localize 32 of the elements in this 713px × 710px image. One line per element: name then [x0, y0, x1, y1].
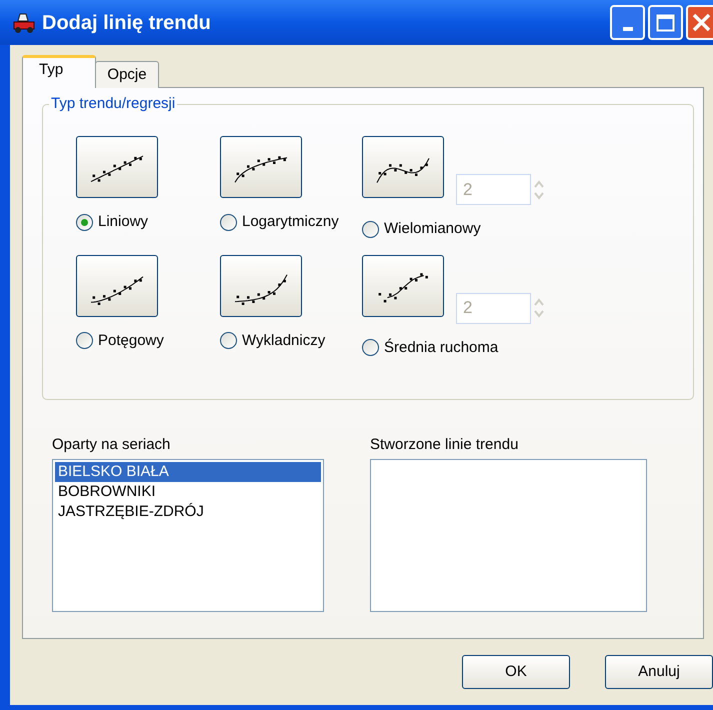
window-title: Dodaj linię trendu: [42, 10, 211, 36]
radio-option[interactable]: Wielomianowy: [362, 218, 552, 240]
trendline-list[interactable]: [370, 459, 647, 612]
radio-option[interactable]: Średnia ruchoma: [362, 336, 552, 359]
close-button[interactable]: [686, 5, 713, 40]
minimize-button[interactable]: [610, 5, 645, 40]
radio-option[interactable]: Wykladniczy: [220, 330, 362, 352]
list-item[interactable]: BOBROWNIKI: [55, 482, 321, 502]
dialog-button[interactable]: Anuluj: [605, 655, 713, 689]
series-list[interactable]: BIELSKO BIAŁA BOBROWNIKI JASTRZĘBIE-ZDRÓJ: [52, 459, 324, 612]
trend-type-button[interactable]: [76, 254, 158, 316]
trend-type-button[interactable]: [362, 136, 444, 198]
maximize-icon: [656, 14, 675, 32]
minimize-icon: [622, 27, 632, 31]
maximize-button[interactable]: [648, 5, 683, 40]
trend-type-button[interactable]: [362, 254, 444, 316]
list-label: Stworzone linie trendu: [370, 435, 520, 454]
radio-option[interactable]: Potęgowy: [76, 330, 220, 352]
trend-type-button[interactable]: [220, 136, 302, 198]
dialog-button[interactable]: OK: [462, 655, 570, 689]
group-title: Typ trendu/regresji: [49, 95, 178, 113]
list-item[interactable]: JASTRZĘBIE-ZDRÓJ: [55, 502, 321, 522]
tab[interactable]: Typ: [22, 55, 96, 88]
radio-option[interactable]: Logarytmiczny: [220, 211, 362, 234]
radio-option[interactable]: Liniowy: [76, 211, 220, 234]
list-label: Oparty na seriach: [52, 435, 172, 454]
close-icon: [692, 13, 711, 32]
car-icon: [12, 12, 36, 34]
trend-type-button[interactable]: [220, 254, 302, 316]
tab[interactable]: Opcje: [95, 61, 159, 88]
trend-type-button[interactable]: [76, 136, 158, 198]
list-item[interactable]: BIELSKO BIAŁA: [55, 462, 321, 482]
